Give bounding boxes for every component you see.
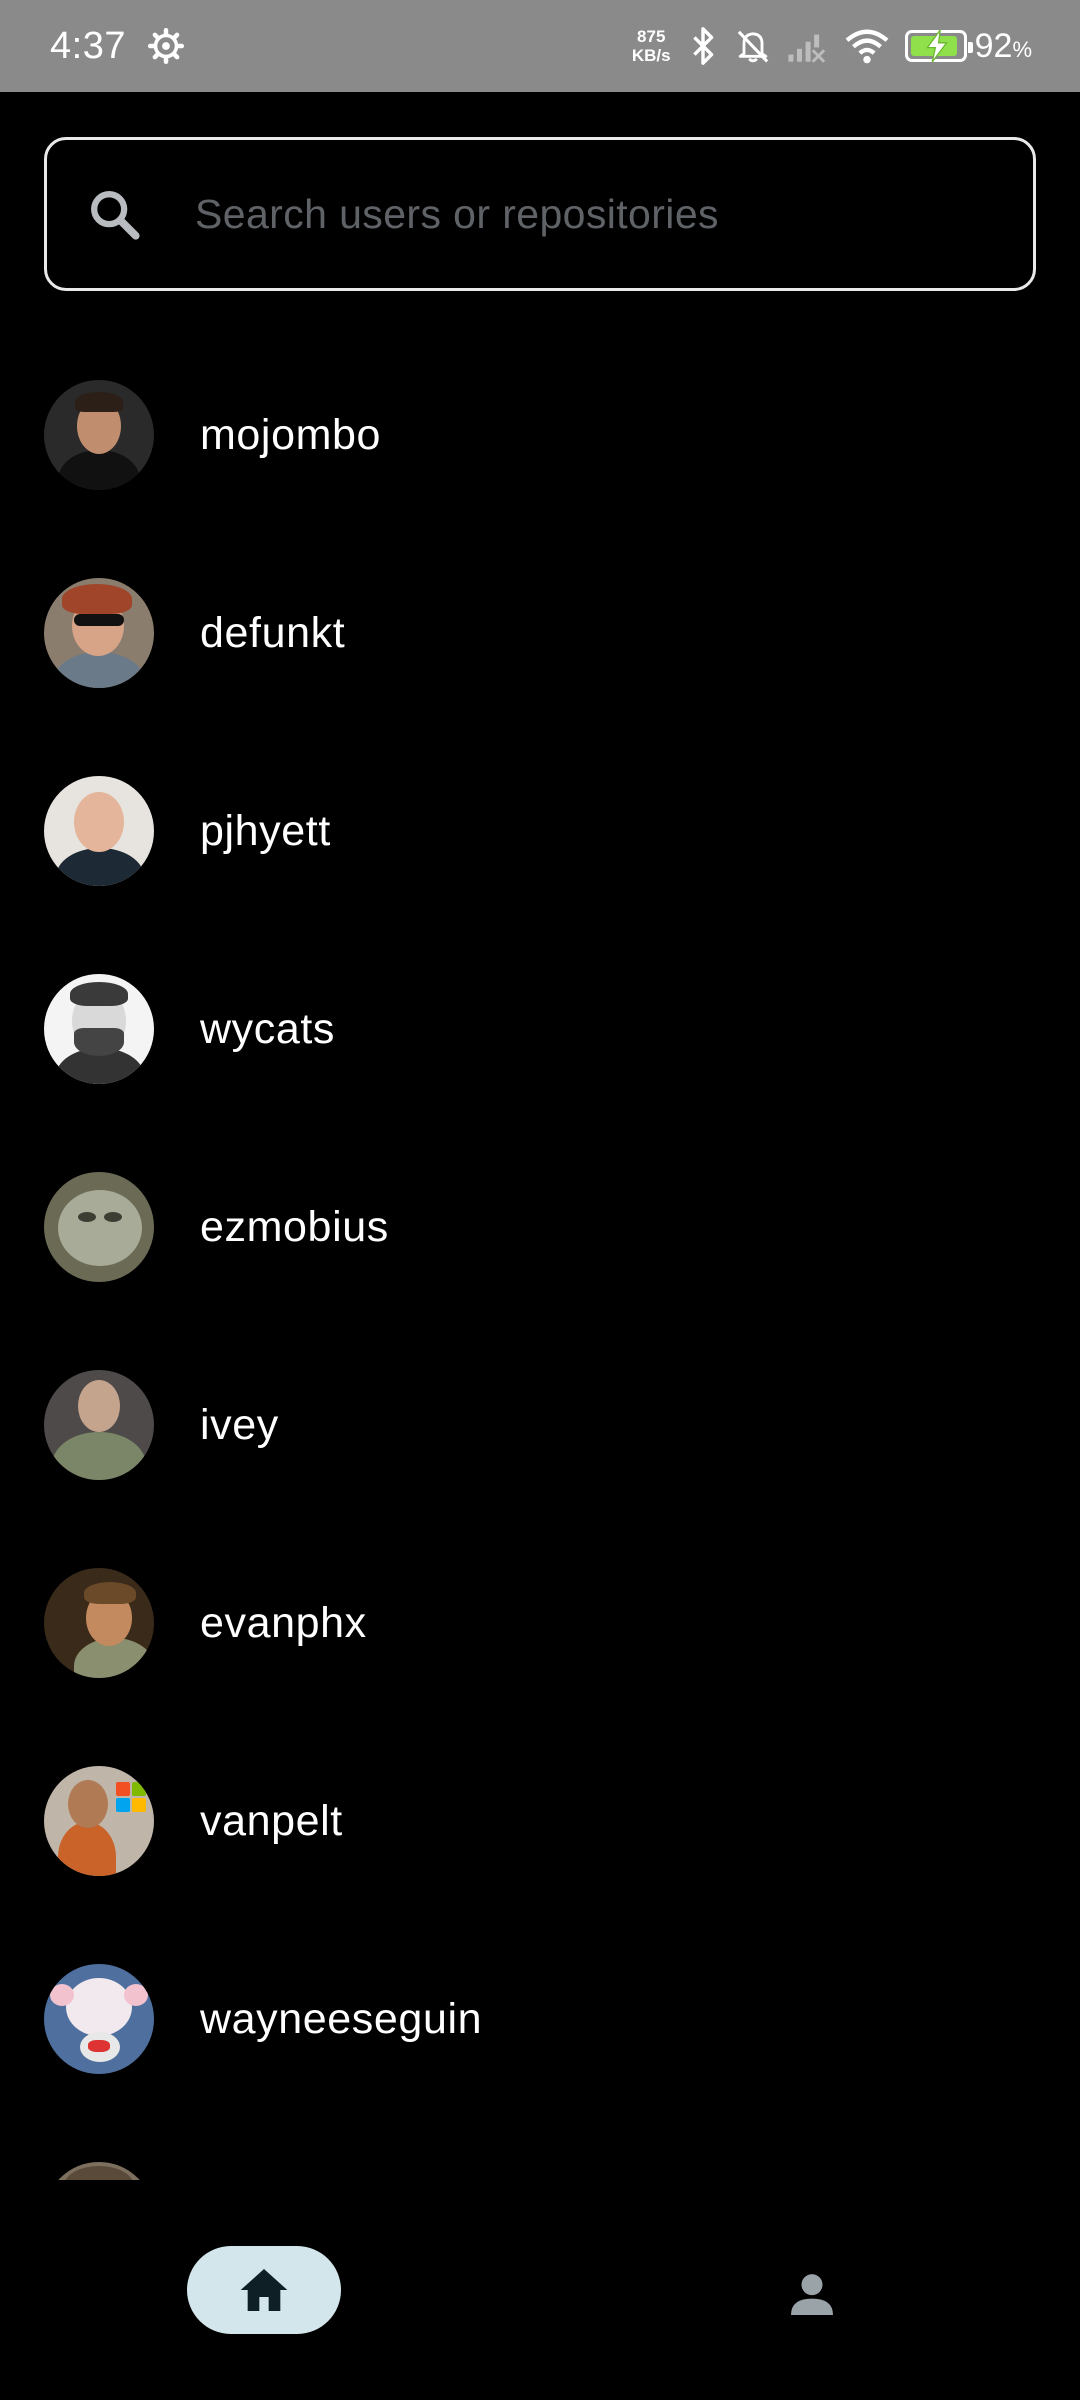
- username: pjhyett: [200, 806, 331, 855]
- user-list[interactable]: mojombo defunkt pjhyett wycats ezmobius …: [0, 336, 1080, 2180]
- username: defunkt: [200, 608, 346, 657]
- avatar: [44, 1964, 154, 2074]
- nav-home-button[interactable]: [187, 2246, 341, 2334]
- search-input[interactable]: [195, 190, 975, 238]
- battery-indicator: 92%: [904, 26, 1032, 66]
- bluetooth-icon: [692, 27, 713, 65]
- user-list-item[interactable]: mojombo: [0, 336, 1080, 534]
- search-icon: [91, 191, 140, 240]
- signal-no-service-icon: [788, 34, 825, 63]
- user-list-item[interactable]: wayneeseguin: [0, 1920, 1080, 2118]
- user-list-item[interactable]: pjhyett: [0, 732, 1080, 930]
- status-bar: 4:37 875 KB/s 92%: [0, 0, 1080, 92]
- username: ivey: [200, 1400, 279, 1449]
- username: ezmobius: [200, 1202, 389, 1251]
- avatar: [44, 1370, 154, 1480]
- avatar: [44, 974, 154, 1084]
- user-list-item[interactable]: ivey: [0, 1326, 1080, 1524]
- bottom-navigation: [0, 2180, 1080, 2400]
- user-list-item[interactable]: defunkt: [0, 534, 1080, 732]
- username: vanpelt: [200, 1796, 343, 1845]
- user-list-item[interactable]: wycats: [0, 930, 1080, 1128]
- avatar: [44, 578, 154, 688]
- user-list-item[interactable]: ezmobius: [0, 1128, 1080, 1326]
- battery-icon: [904, 30, 973, 62]
- person-icon[interactable]: [784, 2266, 840, 2322]
- status-icons: 875 KB/s 92%: [632, 26, 1032, 66]
- bell-muted-icon: [737, 30, 768, 63]
- home-icon: [240, 2269, 288, 2311]
- user-list-item[interactable]: evanphx: [0, 1524, 1080, 1722]
- battery-percent: 92%: [974, 26, 1032, 65]
- charging-bolt-icon: [925, 30, 948, 62]
- username: wayneeseguin: [200, 1994, 483, 2043]
- network-speed-unit: KB/s: [631, 46, 671, 65]
- status-time: 4:37: [50, 24, 126, 67]
- username: mojombo: [200, 410, 382, 459]
- search-bar[interactable]: [44, 137, 1036, 291]
- avatar: [44, 1568, 154, 1678]
- network-speed-value: 875: [637, 27, 666, 46]
- avatar: [44, 776, 154, 886]
- avatar: [44, 2162, 154, 2180]
- username: wycats: [200, 1004, 336, 1053]
- wifi-icon: [845, 29, 889, 64]
- avatar: [44, 380, 154, 490]
- avatar: [44, 1766, 154, 1876]
- user-list-item-partial[interactable]: [0, 2118, 1080, 2180]
- user-list-item[interactable]: vanpelt: [0, 1722, 1080, 1920]
- settings-gear-icon: [147, 28, 184, 64]
- username: evanphx: [200, 1598, 367, 1647]
- avatar: [44, 1172, 154, 1282]
- network-speed: 875 KB/s: [632, 27, 671, 65]
